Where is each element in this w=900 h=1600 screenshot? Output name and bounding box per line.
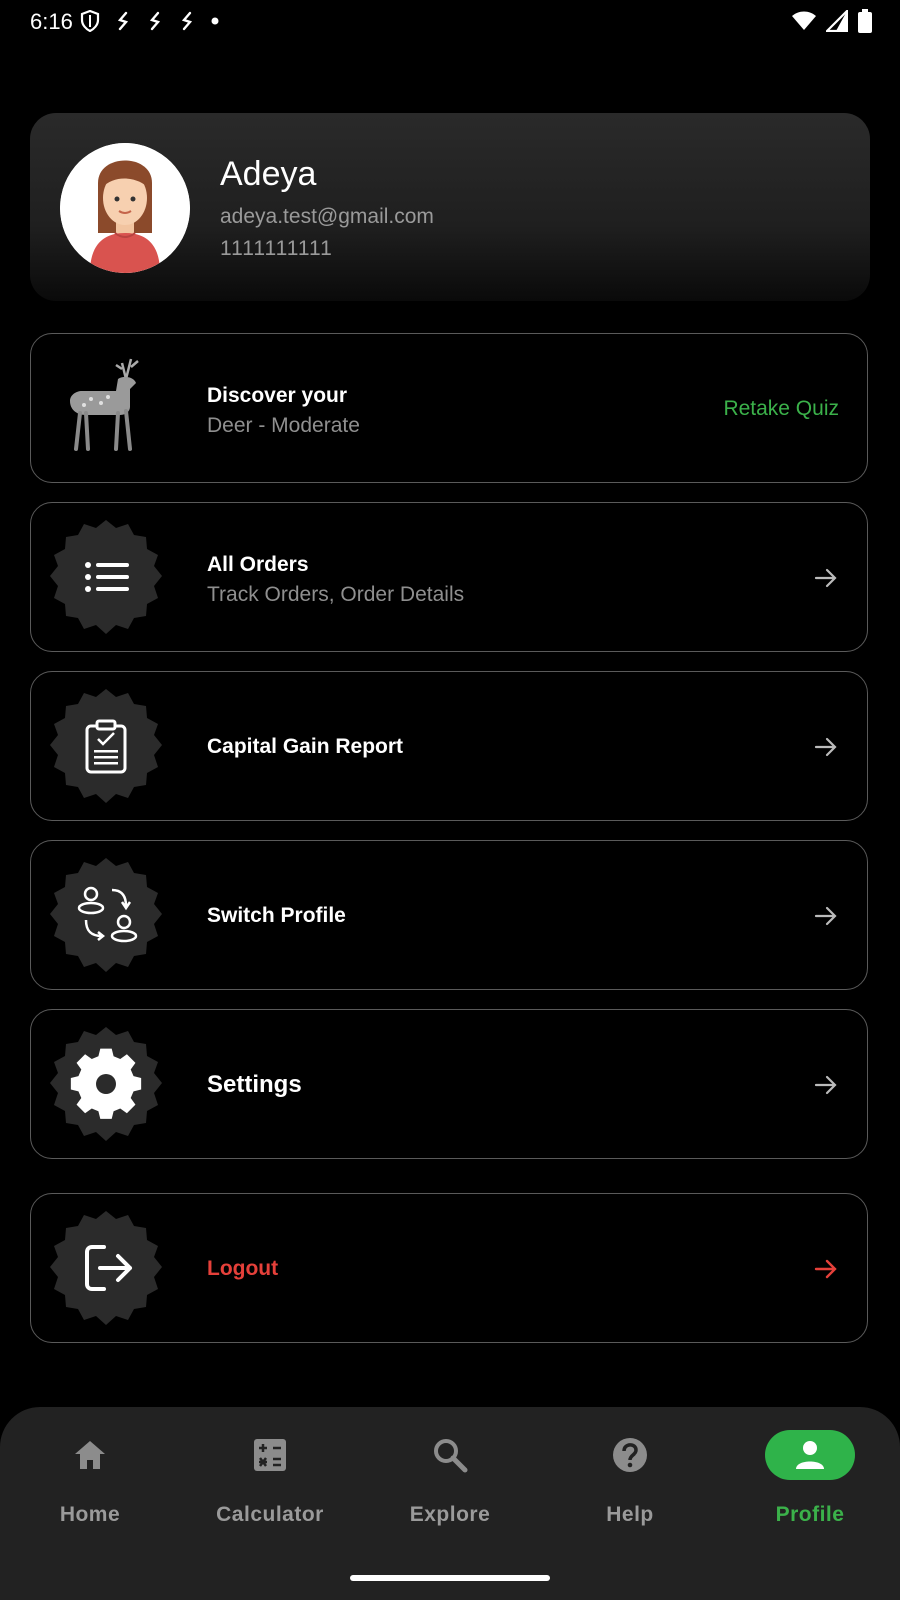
switch-profile-item[interactable]: Switch Profile (30, 840, 868, 990)
avatar-illustration (60, 143, 190, 273)
arrow-right-icon (814, 906, 837, 926)
status-time: 6:16 (30, 9, 73, 34)
capital-gain-title: Capital Gain Report (207, 735, 404, 758)
battery-icon (858, 9, 872, 33)
all-orders-subtitle: Track Orders, Order Details (207, 583, 465, 606)
help-icon (613, 1438, 647, 1472)
nav-explore[interactable]: Explore (360, 1407, 540, 1557)
status-bar: 6:16 (0, 0, 900, 44)
nav-profile-label: Profile (775, 1503, 845, 1526)
list-icon (46, 518, 166, 638)
settings-item[interactable]: Settings (30, 1009, 868, 1159)
profile-card[interactable]: Adeya adeya.test@gmail.com 1111111111 (30, 113, 870, 301)
risk-profile-card[interactable]: Discover your Deer - Moderate Retake Qui… (30, 333, 868, 483)
shield-icon (80, 10, 100, 32)
nav-profile[interactable]: Profile (720, 1407, 900, 1557)
quiz-result: Deer - Moderate (207, 414, 360, 437)
arrow-right-icon (814, 568, 837, 588)
sync-icon (181, 11, 193, 31)
nav-home-label: Home (59, 1503, 121, 1526)
bottom-navigation: Home Calculator Explore Help Profile (0, 1407, 900, 1600)
nav-profile-active-pill (765, 1430, 855, 1480)
person-icon (796, 1441, 824, 1469)
home-icon (75, 1441, 105, 1469)
wifi-icon (792, 11, 816, 30)
dot-icon (211, 17, 219, 25)
status-right-icons (792, 9, 872, 33)
deer-icon (46, 349, 166, 469)
switch-users-icon (46, 856, 166, 976)
nav-home[interactable]: Home (0, 1407, 180, 1557)
arrow-right-icon (814, 1075, 837, 1095)
quiz-title: Discover your (207, 384, 348, 407)
nav-help[interactable]: Help (540, 1407, 720, 1557)
signal-icon (826, 10, 848, 32)
settings-title: Settings (207, 1071, 302, 1098)
retake-quiz-link[interactable]: Retake Quiz (723, 397, 839, 421)
home-indicator[interactable] (350, 1575, 550, 1581)
nav-explore-label: Explore (409, 1503, 491, 1526)
capital-gain-report-item[interactable]: Capital Gain Report (30, 671, 868, 821)
gear-icon (46, 1025, 166, 1145)
switch-profile-title: Switch Profile (207, 904, 346, 927)
nav-calculator[interactable]: Calculator (180, 1407, 360, 1557)
arrow-right-icon (814, 737, 837, 757)
logout-item[interactable]: Logout (30, 1193, 868, 1343)
profile-name: Adeya (220, 155, 317, 193)
nav-calculator-label: Calculator (216, 1503, 324, 1526)
search-icon (434, 1439, 468, 1473)
sync-icon (149, 11, 161, 31)
calculator-icon (254, 1439, 286, 1471)
logout-title: Logout (207, 1257, 279, 1280)
clipboard-icon (46, 687, 166, 807)
profile-phone: 1111111111 (220, 237, 333, 260)
all-orders-title: All Orders (207, 553, 309, 576)
logout-icon (46, 1209, 166, 1329)
nav-help-label: Help (606, 1503, 654, 1526)
sync-icon (117, 11, 129, 31)
profile-email: adeya.test@gmail.com (220, 205, 434, 228)
arrow-right-icon (814, 1259, 837, 1279)
all-orders-item[interactable]: All Orders Track Orders, Order Details (30, 502, 868, 652)
avatar (60, 143, 190, 273)
status-left-icons (80, 10, 220, 32)
